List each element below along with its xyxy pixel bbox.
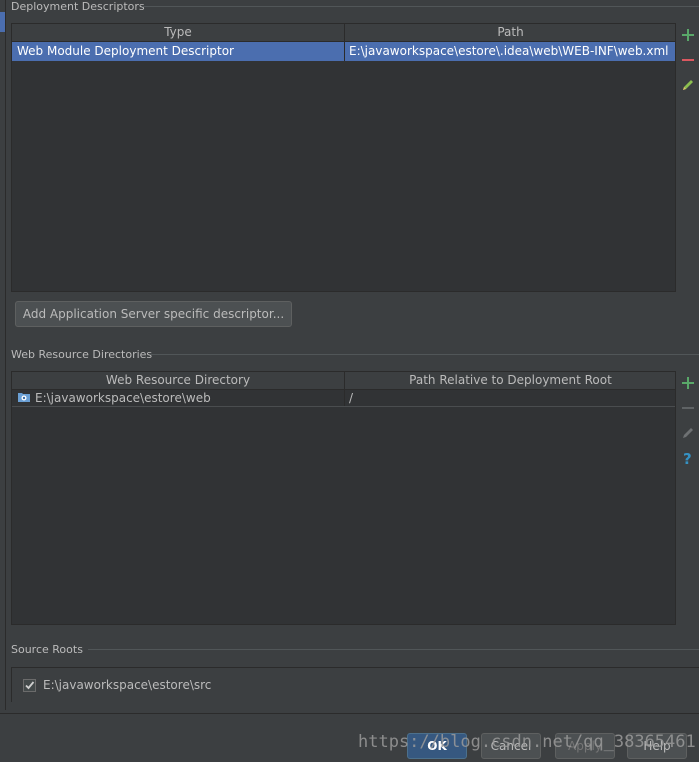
- edit-web-resource-button[interactable]: [676, 421, 699, 445]
- remove-web-resource-button[interactable]: [676, 396, 699, 420]
- web-resources-toolbar: ?: [676, 371, 699, 625]
- table-header: Type Path: [12, 24, 675, 42]
- question-icon: ?: [683, 450, 692, 466]
- svg-text:?: ?: [683, 450, 692, 466]
- plus-icon: [682, 377, 694, 389]
- column-header-type[interactable]: Type: [12, 24, 345, 41]
- deployment-descriptors-table[interactable]: Type Path Web Module Deployment Descript…: [11, 23, 676, 292]
- source-root-item[interactable]: E:\javaworkspace\estore\src: [23, 677, 211, 693]
- add-server-descriptor-button[interactable]: Add Application Server specific descript…: [15, 301, 292, 327]
- left-divider: [5, 0, 6, 710]
- add-web-resource-button[interactable]: [676, 371, 699, 395]
- source-root-label: E:\javaworkspace\estore\src: [43, 678, 212, 692]
- directory-cell: E:\javaworkspace\estore\web: [12, 390, 345, 406]
- add-descriptor-button[interactable]: [676, 23, 699, 47]
- minus-icon: [682, 407, 694, 409]
- remove-descriptor-button[interactable]: [676, 48, 699, 72]
- web-folder-icon: [18, 393, 30, 402]
- help-web-resource-button[interactable]: ?: [676, 446, 699, 470]
- watermark-text: https://blog.csdn.net/qq_38365461: [358, 732, 696, 752]
- table-header: Web Resource Directory Path Relative to …: [12, 372, 675, 390]
- descriptors-toolbar: [676, 23, 699, 292]
- checkbox-checked-icon[interactable]: [23, 678, 36, 692]
- table-row[interactable]: E:\javaworkspace\estore\web /: [12, 390, 675, 407]
- relative-path-cell: /: [349, 391, 354, 405]
- descriptor-path-cell: E:\javaworkspace\estore\.idea\web\WEB-IN…: [349, 44, 669, 58]
- plus-icon: [682, 29, 694, 41]
- section-divider: [150, 354, 699, 355]
- pencil-icon: [683, 428, 693, 438]
- edit-descriptor-button[interactable]: [676, 73, 699, 97]
- source-roots-title: Source Roots: [11, 643, 83, 656]
- footer-divider: [0, 713, 699, 714]
- source-roots-list: E:\javaworkspace\estore\src: [11, 667, 699, 702]
- column-header-relative-path[interactable]: Path Relative to Deployment Root: [345, 372, 676, 389]
- minus-icon: [682, 59, 694, 61]
- section-divider: [142, 6, 699, 7]
- web-resource-directories-table[interactable]: Web Resource Directory Path Relative to …: [11, 371, 676, 625]
- column-header-directory[interactable]: Web Resource Directory: [12, 372, 345, 389]
- web-resource-directories-title: Web Resource Directories: [11, 348, 153, 361]
- column-header-path[interactable]: Path: [345, 24, 676, 41]
- table-row[interactable]: Web Module Deployment Descriptor E:\java…: [12, 42, 675, 61]
- pencil-icon: [683, 80, 693, 90]
- descriptor-type-cell: Web Module Deployment Descriptor: [12, 42, 345, 61]
- directory-path: E:\javaworkspace\estore\web: [35, 391, 211, 405]
- section-divider: [88, 649, 699, 650]
- deployment-descriptors-title: Deployment Descriptors: [11, 0, 145, 13]
